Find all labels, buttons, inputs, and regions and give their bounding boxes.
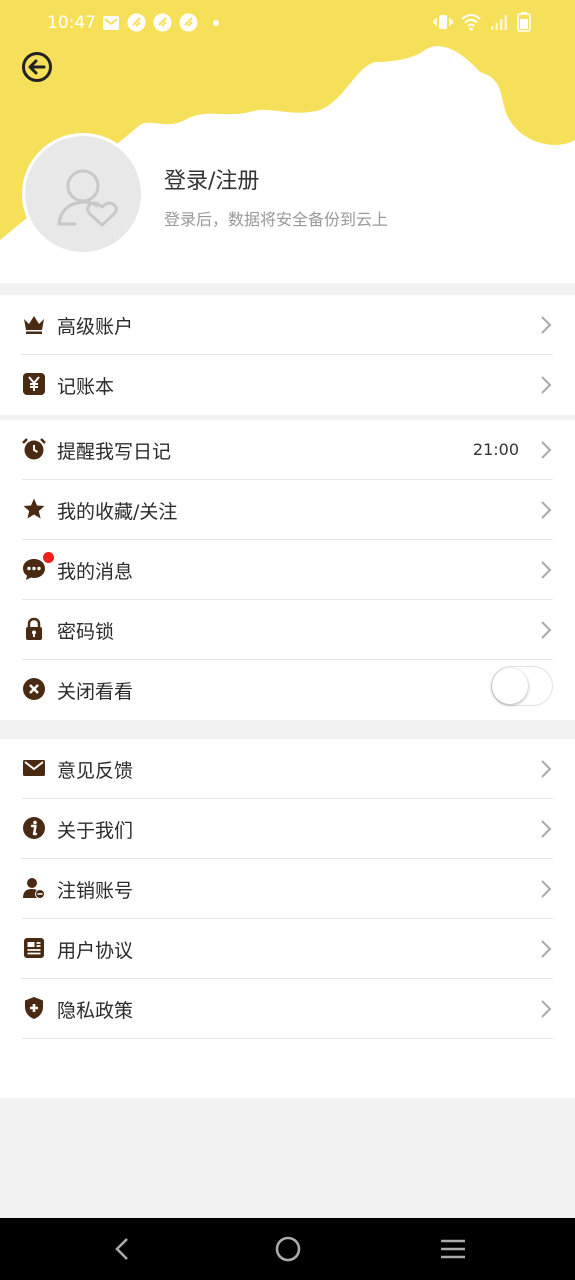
menu-item-label: 记账本 <box>57 376 115 398</box>
app-notification-icon <box>179 13 198 32</box>
menu-item-label: 隐私政策 <box>57 1000 134 1022</box>
shield-plus-icon <box>25 997 43 1019</box>
chevron-right-icon <box>541 940 552 958</box>
menu-item-label: 用户协议 <box>57 940 134 962</box>
avatar[interactable] <box>22 133 144 255</box>
settings-section: 提醒我写日记 21:00 我的收藏/关注 我的消息 密码锁 关闭看看 <box>0 420 575 720</box>
mail-icon <box>23 760 45 776</box>
user-heart-icon <box>57 169 118 227</box>
more-notifications-dot <box>213 19 219 26</box>
menu-item-premium-account[interactable]: 高级账户 <box>22 295 553 355</box>
status-bar: 10:47 <box>0 0 575 46</box>
chat-bubble-icon <box>23 559 45 580</box>
wifi-icon <box>461 14 481 31</box>
menu-item-label: 我的收藏/关注 <box>57 501 178 523</box>
menu-item-label: 注销账号 <box>57 880 134 902</box>
chevron-right-icon <box>541 880 552 898</box>
profile-header: 10:47 登录/注册 登录后，数据将安全备份到云上 <box>0 0 575 283</box>
login-register-link[interactable]: 登录/注册 <box>164 163 259 195</box>
nav-home-icon[interactable] <box>274 1236 302 1264</box>
menu-item-label: 关于我们 <box>57 820 134 842</box>
reminder-time-value: 21:00 <box>472 440 519 459</box>
mail-notification-icon <box>103 15 119 30</box>
close-watch-toggle[interactable] <box>491 666 553 706</box>
menu-item-user-agreement[interactable]: 用户协议 <box>22 919 553 979</box>
crown-icon <box>24 316 44 334</box>
menu-item-account-book[interactable]: 记账本 <box>22 355 553 415</box>
vibrate-icon <box>433 15 453 29</box>
menu-item-feedback[interactable]: 意见反馈 <box>22 739 553 799</box>
lock-icon <box>26 617 42 640</box>
signal-icon <box>491 15 507 30</box>
chevron-right-icon <box>541 1000 552 1018</box>
menu-item-favorites[interactable]: 我的收藏/关注 <box>22 480 553 540</box>
chevron-right-icon <box>541 441 552 459</box>
status-time: 10:47 <box>47 13 96 33</box>
menu-item-label: 提醒我写日记 <box>57 441 172 463</box>
chevron-right-icon <box>541 621 552 639</box>
notification-icons <box>102 13 219 32</box>
menu-item-close-watch[interactable]: 关闭看看 <box>22 660 553 720</box>
nav-back-icon[interactable] <box>110 1236 134 1262</box>
menu-item-about-us[interactable]: 关于我们 <box>22 799 553 859</box>
chevron-right-icon <box>541 561 552 579</box>
unread-badge <box>43 552 54 563</box>
menu-item-label: 意见反馈 <box>57 760 134 782</box>
back-arrow-icon[interactable] <box>20 50 54 84</box>
close-circle-icon <box>23 678 45 700</box>
chevron-right-icon <box>541 760 552 778</box>
app-notification-icon <box>127 13 146 32</box>
menu-item-privacy-policy[interactable]: 隐私政策 <box>22 979 553 1039</box>
account-section: 高级账户 记账本 <box>0 295 575 415</box>
menu-item-delete-account[interactable]: 注销账号 <box>22 859 553 919</box>
menu-item-label: 高级账户 <box>57 316 134 338</box>
menu-item-messages[interactable]: 我的消息 <box>22 540 553 600</box>
menu-item-label: 我的消息 <box>57 561 134 583</box>
system-status-icons <box>433 12 531 32</box>
menu-item-label: 密码锁 <box>57 621 115 643</box>
menu-item-diary-reminder[interactable]: 提醒我写日记 21:00 <box>22 420 553 480</box>
info-icon <box>23 817 45 839</box>
chevron-right-icon <box>541 501 552 519</box>
app-notification-icon <box>153 13 172 32</box>
chevron-right-icon <box>541 820 552 838</box>
user-remove-icon <box>23 878 45 899</box>
battery-icon <box>517 12 531 32</box>
chevron-right-icon <box>541 376 552 394</box>
star-icon <box>23 498 45 519</box>
toggle-knob <box>492 668 528 704</box>
document-icon <box>24 938 44 958</box>
menu-item-label: 关闭看看 <box>57 681 134 703</box>
login-hint-text: 登录后，数据将安全备份到云上 <box>164 210 389 229</box>
nav-recents-icon[interactable] <box>439 1236 467 1262</box>
chevron-right-icon <box>541 316 552 334</box>
system-navigation-bar <box>0 1218 575 1280</box>
info-section: 意见反馈 关于我们 注销账号 用户协议 隐私政策 <box>0 739 575 1098</box>
yen-icon <box>23 373 45 395</box>
menu-item-password-lock[interactable]: 密码锁 <box>22 600 553 660</box>
alarm-clock-icon <box>22 438 46 460</box>
